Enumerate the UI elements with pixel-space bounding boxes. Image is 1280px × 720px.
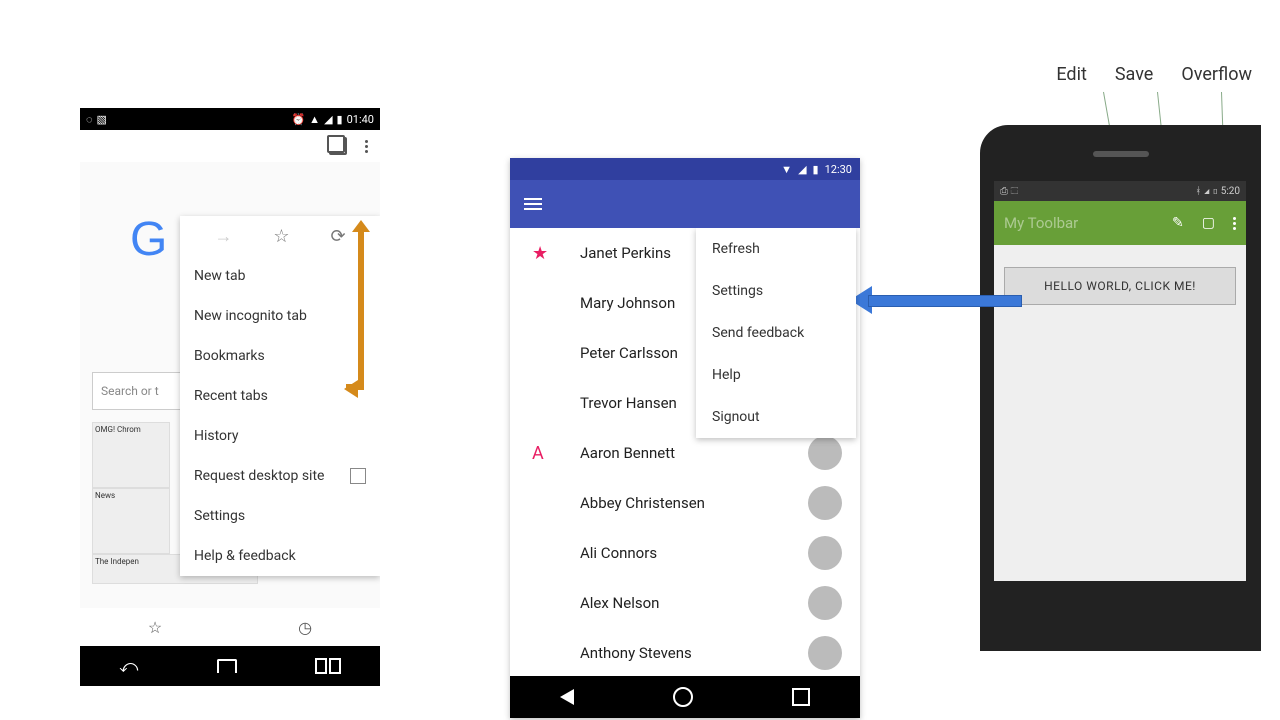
wifi-icon: ▼ <box>781 163 792 176</box>
tabs-icon[interactable] <box>329 137 347 155</box>
overflow-popup: Refresh Settings Send feedback Help Sign… <box>696 228 856 438</box>
menu-new-incognito[interactable]: New incognito tab <box>180 296 380 336</box>
back-icon[interactable] <box>560 689 574 705</box>
annotation-labels: Edit Save Overflow <box>1056 64 1252 85</box>
toolbar-demo-phone: ⎙ ⬚ ᚼ ◢ ▯ 5:20 My Toolbar ✎ ▢ HELLO WORL… <box>980 125 1280 595</box>
battery-icon: ▮ <box>813 163 819 176</box>
menu-settings[interactable]: Settings <box>180 496 380 536</box>
menu-bookmarks[interactable]: Bookmarks <box>180 336 380 376</box>
overflow-icon[interactable] <box>1233 215 1236 232</box>
menu-icon-row: → ☆ ⟳ <box>180 216 380 256</box>
avatar <box>808 636 842 670</box>
signal-icon: ◢ <box>798 163 806 176</box>
popup-send-feedback[interactable]: Send feedback <box>696 312 856 354</box>
popup-help[interactable]: Help <box>696 354 856 396</box>
history-clock-icon[interactable]: ◷ <box>298 618 312 637</box>
popup-signout[interactable]: Signout <box>696 396 856 438</box>
annotation-arrow-icon <box>344 380 358 398</box>
battery-icon: ▮ <box>337 113 343 126</box>
app-bar <box>510 180 860 228</box>
bookmark-star-icon[interactable]: ☆ <box>273 226 289 247</box>
picture-icon: ▧ <box>97 113 107 126</box>
list-item[interactable]: Anthony Stevens <box>510 628 860 676</box>
status-time: 12:30 <box>825 163 852 176</box>
status-bar: ▼ ◢ ▮ 12:30 <box>510 158 860 180</box>
status-time: 5:20 <box>1221 186 1240 197</box>
menu-new-tab[interactable]: New tab <box>180 256 380 296</box>
search-input[interactable]: Search or t <box>92 372 182 410</box>
status-left-icons: ⎙ ⬚ <box>1000 186 1018 197</box>
edit-pencil-icon[interactable]: ✎ <box>1172 215 1184 231</box>
section-letter: A <box>532 443 544 464</box>
bluetooth-icon: ᚼ <box>1195 186 1201 197</box>
menu-history[interactable]: History <box>180 416 380 456</box>
app-toolbar: My Toolbar ✎ ▢ <box>994 201 1246 245</box>
save-disk-icon[interactable]: ▢ <box>1202 215 1215 231</box>
alarm-icon: ⏰ <box>291 113 305 126</box>
chrome-toolbar <box>80 130 380 162</box>
android-nav-bar <box>510 676 860 718</box>
status-bar: ⎙ ⬚ ᚼ ◢ ▯ 5:20 <box>994 181 1246 201</box>
thumbnail[interactable]: News <box>92 488 170 554</box>
annotation-arrow-icon <box>850 290 1020 310</box>
avatar <box>808 486 842 520</box>
status-time: 01:40 <box>347 113 374 126</box>
avatar <box>808 536 842 570</box>
overflow-icon[interactable] <box>365 138 368 155</box>
label-save: Save <box>1115 64 1154 85</box>
home-icon[interactable] <box>217 659 237 673</box>
signal-icon: ◢ <box>1204 186 1210 197</box>
checkbox-icon[interactable] <box>350 468 366 484</box>
reload-icon[interactable]: ⟳ <box>330 226 345 247</box>
wifi-icon: ▲ <box>309 113 320 126</box>
menu-request-desktop[interactable]: Request desktop site <box>180 456 380 496</box>
avatar <box>808 436 842 470</box>
signal-icon: ◢ <box>324 113 332 126</box>
google-logo: G <box>130 212 167 267</box>
phone-frame: ⎙ ⬚ ᚼ ◢ ▯ 5:20 My Toolbar ✎ ▢ HELLO WORL… <box>980 125 1261 651</box>
contacts-phone: ▼ ◢ ▮ 12:30 Refresh Settings Send feedba… <box>510 158 860 718</box>
star-icon: ★ <box>532 243 548 264</box>
phone-screen: ⎙ ⬚ ᚼ ◢ ▯ 5:20 My Toolbar ✎ ▢ HELLO WORL… <box>994 181 1246 581</box>
star-icon[interactable]: ☆ <box>148 618 162 637</box>
label-overflow: Overflow <box>1181 64 1252 85</box>
whatsapp-icon: ◌ <box>86 113 93 126</box>
status-bar: ◌ ▧ ⏰ ▲ ◢ ▮ 01:40 <box>80 108 380 130</box>
recent-icon[interactable] <box>315 658 341 674</box>
chrome-body: G Search or t OMG! Chrom News The Indepe… <box>80 162 380 608</box>
home-icon[interactable] <box>673 687 693 707</box>
speaker-grille <box>1093 151 1149 157</box>
toolbar-title: My Toolbar <box>1004 214 1124 232</box>
avatar <box>808 586 842 620</box>
list-item[interactable]: Abbey Christensen <box>510 478 860 528</box>
menu-help-feedback[interactable]: Help & feedback <box>180 536 380 576</box>
popup-refresh[interactable]: Refresh <box>696 228 856 270</box>
contacts-list[interactable]: Refresh Settings Send feedback Help Sign… <box>510 228 860 676</box>
popup-settings[interactable]: Settings <box>696 270 856 312</box>
label-edit: Edit <box>1056 64 1086 85</box>
list-item[interactable]: Ali Connors <box>510 528 860 578</box>
android-nav-bar: ⤺ <box>80 646 380 686</box>
back-icon[interactable]: ⤺ <box>119 656 138 677</box>
chrome-bottom-bar: ☆ ◷ <box>80 608 380 646</box>
list-item[interactable]: Alex Nelson <box>510 578 860 628</box>
thumbnail[interactable]: OMG! Chrom <box>92 422 170 488</box>
chrome-phone: ◌ ▧ ⏰ ▲ ◢ ▮ 01:40 G Search or t OMG! Chr… <box>80 108 380 648</box>
annotation-arrow-icon <box>358 230 364 390</box>
recent-icon[interactable] <box>792 688 810 706</box>
hello-world-button[interactable]: HELLO WORLD, CLICK ME! <box>1004 267 1236 305</box>
forward-icon[interactable]: → <box>214 226 232 247</box>
hamburger-icon[interactable] <box>524 195 542 213</box>
battery-icon: ▯ <box>1212 186 1218 197</box>
